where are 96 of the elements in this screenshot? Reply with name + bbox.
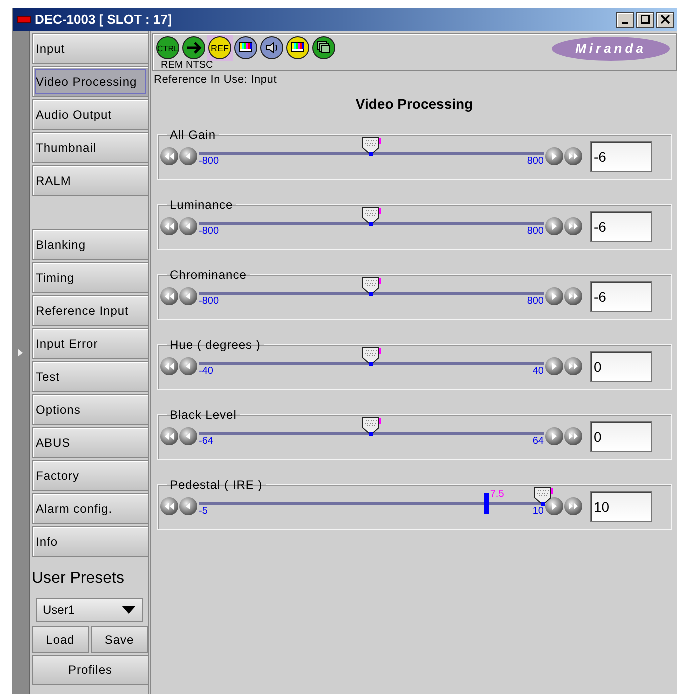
color-bars-icon[interactable] <box>234 36 258 60</box>
max-label: 800 <box>527 296 544 306</box>
color-bars-icon[interactable] <box>286 36 310 60</box>
status-text: REM NTSC <box>161 61 214 71</box>
fast-forward-icon[interactable] <box>564 217 583 236</box>
slider-label: All Gain <box>169 128 218 140</box>
slider-label: Hue ( degrees ) <box>169 338 262 350</box>
fast-rewind-icon[interactable] <box>160 357 179 376</box>
value-field[interactable]: 0 <box>590 421 652 452</box>
max-label: 40 <box>532 366 544 376</box>
max-label: 800 <box>527 226 544 236</box>
sidebar-item[interactable]: Alarm config. <box>32 493 149 524</box>
fast-forward-icon[interactable] <box>564 357 583 376</box>
page-heading: Video Processing <box>354 94 474 114</box>
min-label: -64 <box>199 436 214 446</box>
ctrl-status-icon[interactable]: CTRL <box>156 36 180 60</box>
load-button[interactable]: Load <box>32 626 89 653</box>
sidebar-item[interactable]: Test <box>32 361 149 392</box>
step-forward-icon[interactable] <box>545 147 564 166</box>
value-field[interactable]: 0 <box>590 351 652 382</box>
slider-thumb[interactable] <box>362 136 382 156</box>
fast-rewind-icon[interactable] <box>160 147 179 166</box>
sidebar-item[interactable]: Input <box>32 33 149 64</box>
fast-forward-icon[interactable] <box>564 497 583 516</box>
slider-label: Pedestal ( IRE ) <box>169 478 264 490</box>
step-back-icon[interactable] <box>179 497 198 516</box>
minimize-button[interactable] <box>616 12 634 28</box>
speaker-icon[interactable] <box>260 36 284 60</box>
fast-forward-icon[interactable] <box>564 427 583 446</box>
logo: Miranda <box>552 37 670 61</box>
value-field[interactable]: -6 <box>590 141 652 172</box>
sidebar-item[interactable]: Options <box>32 394 149 425</box>
value-field[interactable]: 10 <box>590 491 652 522</box>
close-button[interactable] <box>656 12 674 28</box>
sidebar-item[interactable]: RALM <box>32 165 149 196</box>
profiles-button[interactable]: Profiles <box>32 655 149 685</box>
fast-rewind-icon[interactable] <box>160 217 179 236</box>
step-back-icon[interactable] <box>179 287 198 306</box>
min-label: -800 <box>199 226 220 236</box>
min-label: -5 <box>199 506 208 516</box>
preset-dropdown[interactable]: User1 <box>36 598 143 622</box>
max-label: 800 <box>527 156 544 166</box>
slider-label: Luminance <box>169 198 234 210</box>
sidebar-item[interactable]: Audio Output <box>32 99 149 130</box>
maximize-icon <box>640 15 650 24</box>
min-label: -800 <box>199 296 220 306</box>
step-back-icon[interactable] <box>179 217 198 236</box>
step-back-icon[interactable] <box>179 147 198 166</box>
ref-status-icon[interactable]: REF <box>208 36 232 60</box>
window-icon <box>17 16 31 23</box>
save-button[interactable]: Save <box>91 626 148 653</box>
expand-arrow-icon[interactable] <box>17 348 25 358</box>
minimize-icon <box>622 22 628 24</box>
step-forward-icon[interactable] <box>545 497 564 516</box>
max-label: 10 <box>532 506 544 516</box>
fast-rewind-icon[interactable] <box>160 287 179 306</box>
slider-label: Black Level <box>169 408 238 420</box>
fast-forward-icon[interactable] <box>564 147 583 166</box>
windows-icon[interactable] <box>312 36 336 60</box>
step-back-icon[interactable] <box>179 357 198 376</box>
step-forward-icon[interactable] <box>545 217 564 236</box>
slider-thumb[interactable] <box>362 276 382 296</box>
close-icon <box>660 15 670 24</box>
sidebar-item[interactable]: Reference Input <box>32 295 149 326</box>
maximize-button[interactable] <box>636 12 654 28</box>
dropdown-caret-icon <box>122 606 136 614</box>
slider-thumb[interactable] <box>362 346 382 366</box>
section-title: User Presets <box>32 569 126 589</box>
sidebar-item[interactable]: Thumbnail <box>32 132 149 163</box>
slider-label: Chrominance <box>169 268 248 280</box>
sidebar-item[interactable]: Video Processing <box>32 66 149 97</box>
value-field[interactable]: -6 <box>590 281 652 312</box>
fast-rewind-icon[interactable] <box>160 427 179 446</box>
min-label: -40 <box>199 366 214 376</box>
arrow-status-icon[interactable] <box>182 36 206 60</box>
min-label: -800 <box>199 156 220 166</box>
slider-thumb[interactable] <box>362 206 382 226</box>
step-forward-icon[interactable] <box>545 427 564 446</box>
step-back-icon[interactable] <box>179 427 198 446</box>
fast-forward-icon[interactable] <box>564 287 583 306</box>
sidebar-item[interactable]: Input Error <box>32 328 149 359</box>
fast-rewind-icon[interactable] <box>160 497 179 516</box>
window-title: DEC-1003 [ SLOT : 17] <box>35 10 174 29</box>
sidebar-item[interactable]: Timing <box>32 262 149 293</box>
value-field[interactable]: -6 <box>590 211 652 242</box>
reference-label: 7.5 <box>490 490 504 500</box>
sidebar-item[interactable]: Factory <box>32 460 149 491</box>
sidebar-item[interactable]: Blanking <box>32 229 149 260</box>
step-forward-icon[interactable] <box>545 357 564 376</box>
slider-thumb[interactable] <box>534 486 554 506</box>
max-label: 64 <box>532 436 544 446</box>
reference-status: Reference In Use: Input <box>154 73 278 88</box>
sidebar-item[interactable]: ABUS <box>32 427 149 458</box>
slider-thumb[interactable] <box>362 416 382 436</box>
step-forward-icon[interactable] <box>545 287 564 306</box>
sidebar-item[interactable]: Info <box>32 526 149 557</box>
